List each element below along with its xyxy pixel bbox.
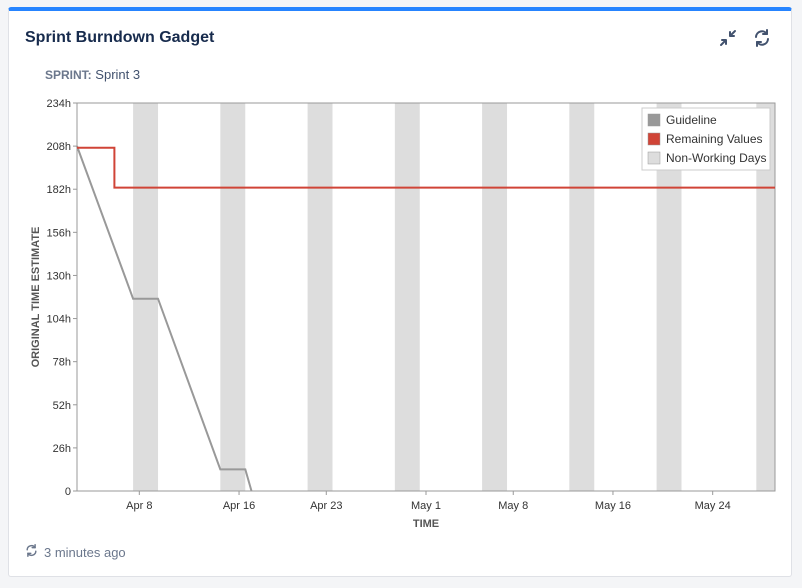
non-working-band bbox=[569, 103, 595, 491]
last-updated: 3 minutes ago bbox=[44, 544, 126, 560]
burndown-chart: 0 26h 52h 78h 104h 130h 156h 182h 208h 234h Apr 8 A… bbox=[9, 11, 793, 581]
legend-remaining-values-label: Remaining Values bbox=[666, 132, 763, 146]
refresh-small-icon bbox=[25, 544, 38, 560]
x-tick-label: May 24 bbox=[695, 500, 731, 512]
non-working-band bbox=[133, 103, 159, 491]
y-tick-label: 234h bbox=[47, 98, 71, 110]
x-tick-label: Apr 23 bbox=[310, 500, 342, 512]
x-tick-label: May 16 bbox=[595, 500, 631, 512]
legend-guideline-label: Guideline bbox=[666, 113, 717, 127]
y-tick-label: 156h bbox=[47, 227, 71, 239]
legend-guideline-swatch bbox=[647, 113, 661, 127]
x-axis-title: TIME bbox=[413, 518, 439, 530]
legend-non-working-days-swatch bbox=[647, 151, 661, 165]
y-axis-title: ORIGINAL TIME ESTIMATE bbox=[30, 227, 42, 368]
y-tick-label: 26h bbox=[53, 443, 71, 455]
x-tick-label: Apr 16 bbox=[223, 500, 255, 512]
y-tick-label: 78h bbox=[53, 357, 71, 369]
footer: 3 minutes ago bbox=[25, 544, 126, 560]
non-working-band bbox=[220, 103, 246, 491]
y-tick-label: 130h bbox=[47, 270, 71, 282]
x-tick-label: Apr 8 bbox=[126, 500, 152, 512]
y-tick-label: 208h bbox=[47, 141, 71, 153]
non-working-band bbox=[307, 103, 333, 491]
x-tick-label: May 1 bbox=[411, 500, 441, 512]
non-working-band bbox=[394, 103, 420, 491]
burndown-chart-svg: 0 26h 52h 78h 104h 130h 156h 182h 208h 234h Apr 8 A… bbox=[30, 98, 776, 530]
y-tick-label: 52h bbox=[53, 400, 71, 412]
y-tick-label: 182h bbox=[47, 184, 71, 196]
sprint-burndown-gadget: Sprint Burndown Gadget SPRINT: Sprint 3 … bbox=[8, 7, 792, 577]
y-tick-label: 104h bbox=[47, 314, 71, 326]
y-tick-label: 0 bbox=[65, 486, 71, 498]
x-tick-label: May 8 bbox=[498, 500, 528, 512]
legend-remaining-values-swatch bbox=[647, 132, 661, 146]
non-working-band bbox=[482, 103, 508, 491]
legend-non-working-days-label: Non-Working Days bbox=[666, 151, 766, 165]
